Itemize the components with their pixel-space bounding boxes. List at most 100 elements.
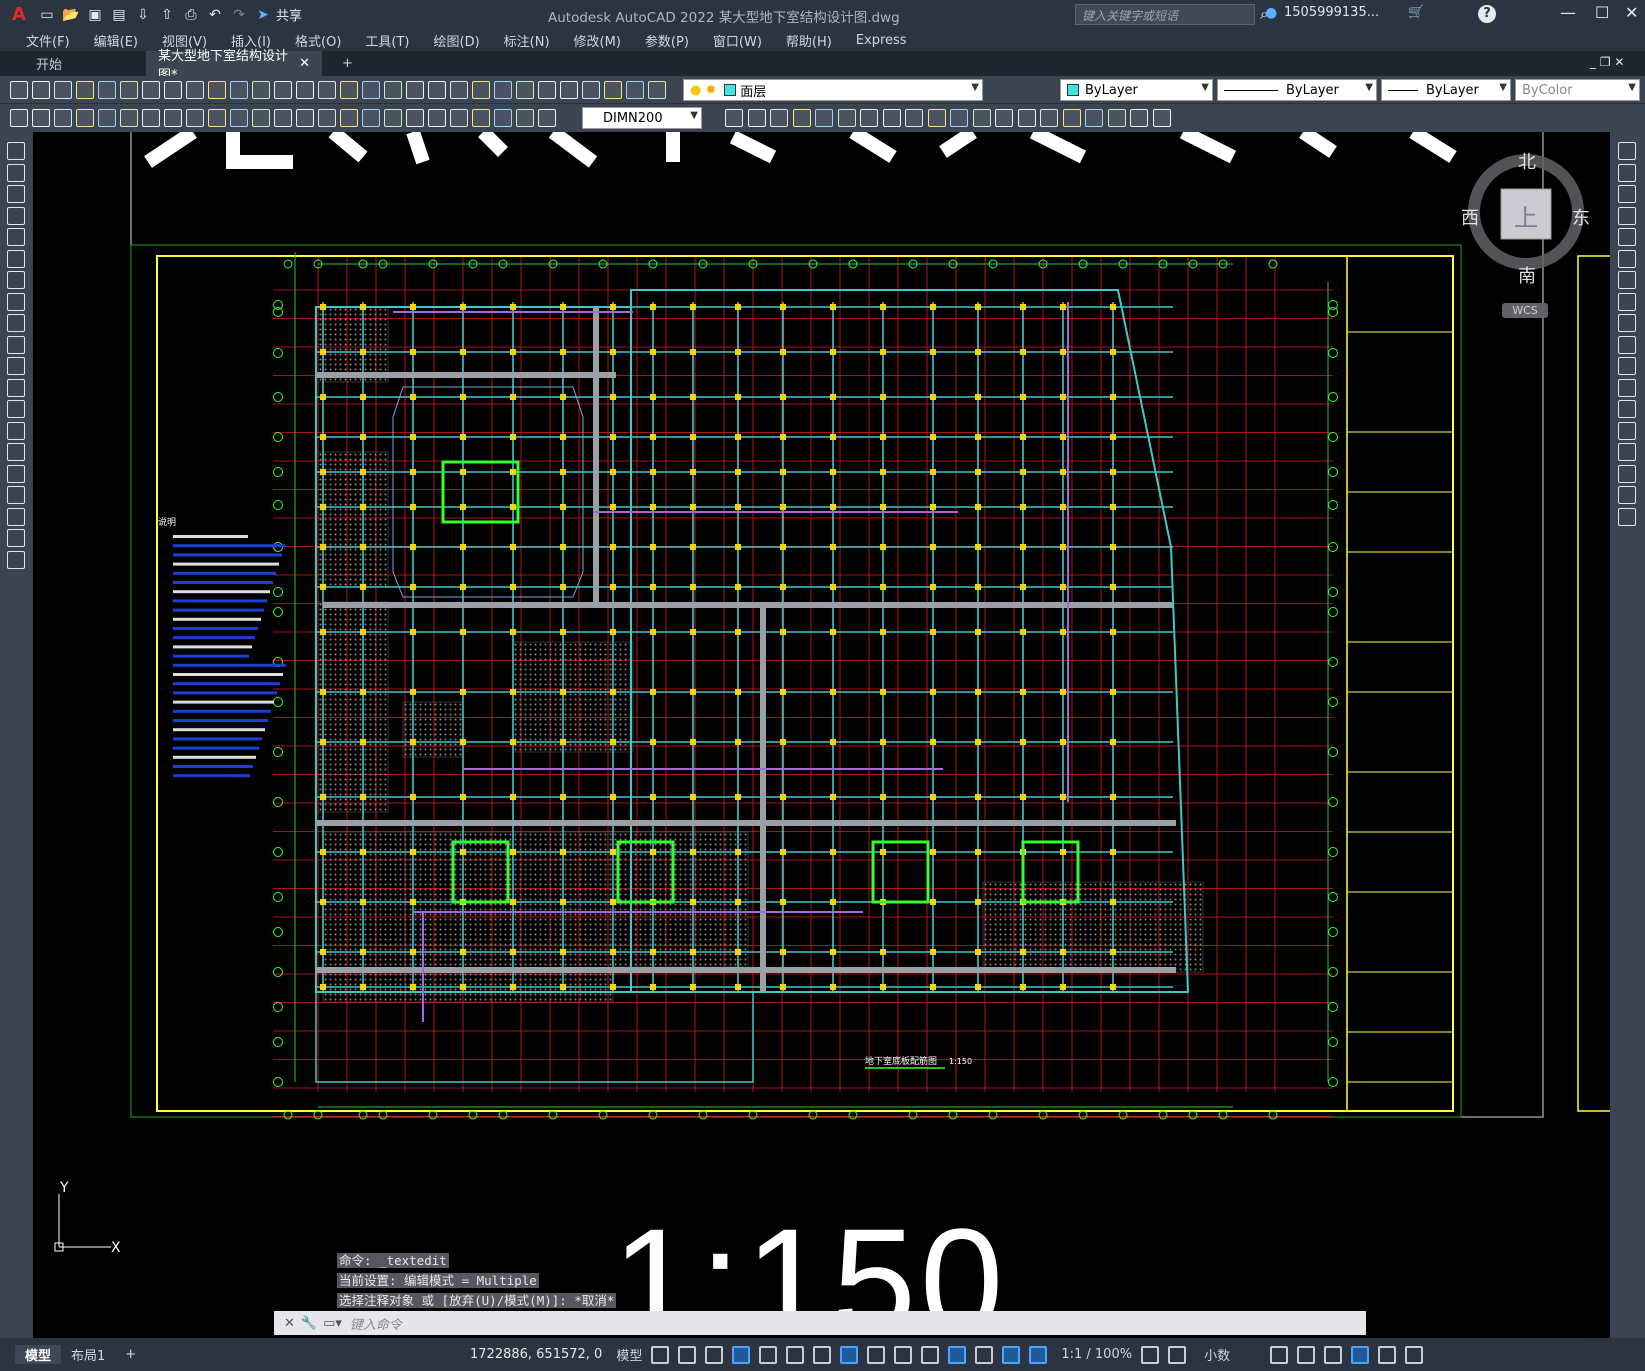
save-icon[interactable]: ▣: [84, 4, 106, 26]
lineweight-dropdown[interactable]: ByLayer ▼: [1381, 79, 1511, 101]
menu-item[interactable]: 标注(N): [492, 31, 562, 50]
copy-icon[interactable]: [164, 81, 182, 99]
break-icon[interactable]: [1618, 400, 1636, 418]
sheet-set-icon[interactable]: [428, 81, 446, 99]
save-icon[interactable]: [560, 81, 578, 99]
jogged-icon[interactable]: [516, 109, 534, 127]
wrench-icon[interactable]: 🔧: [301, 1316, 317, 1331]
face-ucs-icon[interactable]: [792, 109, 811, 127]
workspace-gear-icon[interactable]: [1141, 1345, 1160, 1364]
bind-icon[interactable]: [1152, 109, 1171, 127]
ordinate-icon[interactable]: [472, 109, 490, 127]
table-icon[interactable]: [7, 507, 25, 526]
object-ucs-icon[interactable]: [815, 109, 833, 127]
publish-icon[interactable]: [120, 81, 138, 99]
menu-item[interactable]: 文件(F): [14, 31, 82, 50]
xref-icon[interactable]: [1107, 109, 1126, 127]
point-icon[interactable]: [7, 421, 25, 440]
undo-icon[interactable]: ↶: [204, 4, 226, 26]
viewcube[interactable]: 北 南 东 西 上: [1461, 148, 1590, 287]
viewcube-west[interactable]: 西: [1461, 204, 1479, 230]
menu-item[interactable]: 帮助(H): [774, 31, 844, 50]
copy-icon[interactable]: [1618, 163, 1636, 182]
blend-icon[interactable]: [1618, 486, 1636, 504]
share-icon[interactable]: ➤: [252, 4, 274, 26]
insert-block-icon[interactable]: [7, 378, 25, 397]
multiline-text-icon[interactable]: [7, 529, 25, 547]
tab-close-icon[interactable]: ✕: [299, 56, 310, 71]
aligned-dim-icon[interactable]: [428, 109, 446, 127]
lock-ui-icon[interactable]: [1297, 1345, 1316, 1364]
annotation-scale[interactable]: 1:1 / 100%: [1061, 1347, 1132, 1362]
export-icon[interactable]: ⇧: [156, 4, 178, 26]
tab-model[interactable]: 模型: [15, 1345, 62, 1364]
autoscale-icon[interactable]: [1029, 1345, 1048, 1364]
save-as-icon[interactable]: ▤: [108, 4, 130, 26]
z-rotate-icon[interactable]: [972, 109, 991, 127]
angular-icon[interactable]: [164, 109, 182, 127]
line-icon[interactable]: [7, 142, 25, 160]
new-icon[interactable]: [10, 81, 28, 99]
print-icon[interactable]: [76, 81, 94, 99]
rotate-icon[interactable]: [1618, 271, 1636, 289]
hatch-icon[interactable]: [7, 443, 25, 461]
tab-drawing[interactable]: 某大型地下室结构设计图* ✕: [146, 49, 322, 83]
maximize-button[interactable]: ☐: [1595, 3, 1609, 22]
make-block-icon[interactable]: [7, 400, 25, 418]
text-edit-icon[interactable]: [384, 109, 402, 127]
array-icon[interactable]: [1618, 228, 1636, 246]
linear-dim-icon[interactable]: [10, 109, 28, 127]
inspect-icon[interactable]: [340, 109, 358, 127]
x-rotate-icon[interactable]: [927, 109, 946, 127]
xclip-icon[interactable]: [1130, 109, 1148, 127]
customize-icon[interactable]: [1405, 1345, 1424, 1364]
autocad-logo-icon[interactable]: A: [4, 3, 34, 27]
diameter-icon[interactable]: [538, 109, 556, 127]
print-icon[interactable]: ⎙: [180, 4, 202, 26]
new-file-icon[interactable]: ▭: [36, 4, 58, 26]
annotation-visibility-icon[interactable]: [1002, 1345, 1021, 1364]
origin-icon[interactable]: [860, 109, 878, 127]
new-tab-button[interactable]: +: [330, 51, 365, 76]
region-icon[interactable]: [7, 486, 25, 504]
explode-icon[interactable]: [1618, 507, 1636, 526]
insert-icon[interactable]: [1062, 109, 1081, 127]
lightbulb-icon[interactable]: ●: [690, 83, 701, 98]
save-icon[interactable]: [54, 81, 72, 99]
properties-icon[interactable]: [362, 81, 380, 99]
color-dropdown[interactable]: ByLayer ▼: [1060, 79, 1213, 101]
mirror-icon[interactable]: [1618, 185, 1636, 203]
move-icon[interactable]: [1618, 249, 1636, 268]
undo-icon[interactable]: [230, 81, 248, 99]
search-input[interactable]: 键入关键字或短语: [1075, 4, 1255, 25]
3d-osnap-icon[interactable]: [948, 1345, 967, 1364]
spline-icon[interactable]: [7, 314, 25, 332]
aligned-dim-icon[interactable]: [32, 109, 50, 127]
cut-icon[interactable]: [648, 81, 666, 99]
preview-icon[interactable]: [98, 81, 116, 99]
dimstyle-dropdown[interactable]: DIMN200 ▼: [582, 107, 702, 129]
calculator-icon[interactable]: [472, 81, 490, 99]
layer-dropdown[interactable]: ● ✹ 面层 ▼: [683, 79, 983, 101]
minimize-button[interactable]: —: [1560, 3, 1576, 22]
join-icon[interactable]: [1618, 421, 1636, 440]
command-input[interactable]: 键入命令: [350, 1314, 402, 1333]
markup-icon[interactable]: [450, 81, 468, 99]
named-ucs-icon[interactable]: [1017, 109, 1036, 127]
arc-icon[interactable]: [7, 249, 25, 268]
isolate-objects-icon[interactable]: [1324, 1345, 1343, 1364]
add-selected-icon[interactable]: [7, 550, 25, 569]
update-icon[interactable]: [362, 109, 380, 127]
paste-icon[interactable]: [186, 81, 204, 99]
tool-palettes-icon[interactable]: [406, 81, 424, 99]
hardware-acceleration-icon[interactable]: [1351, 1345, 1370, 1364]
menu-item[interactable]: 参数(P): [633, 31, 701, 50]
object-track-icon[interactable]: [813, 1345, 832, 1364]
isodraft-icon[interactable]: [786, 1345, 805, 1364]
world-icon[interactable]: [747, 109, 766, 127]
zoom-previous-icon[interactable]: [340, 81, 358, 99]
center-mark-icon[interactable]: [318, 109, 336, 127]
viewcube-east[interactable]: 东: [1572, 204, 1590, 230]
polygon-icon[interactable]: [7, 206, 25, 225]
ucs-previous-icon[interactable]: [770, 109, 788, 127]
